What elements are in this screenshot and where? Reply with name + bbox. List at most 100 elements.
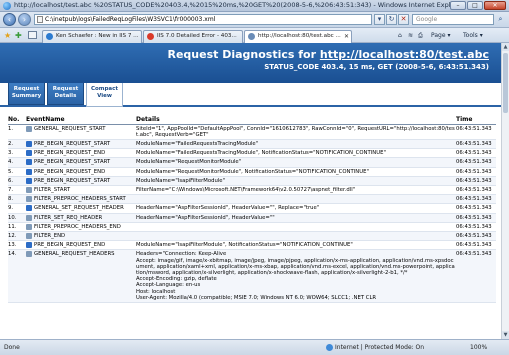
event-time: 06:43:51.343	[456, 139, 496, 150]
search-icon[interactable]: ⌕	[495, 14, 506, 25]
table-row: 1. GENERAL_REQUEST_START SiteId="1", AppPo…	[8, 124, 496, 140]
tab-request-summary[interactable]: Request Summary	[8, 83, 45, 105]
event-name-cell: PRE_BEGIN_REQUEST_START	[26, 176, 136, 186]
event-details: ModuleName="FailedRequestsTracingModule"	[136, 139, 456, 150]
event-name: FILTER_SET_REQ_HEADER	[34, 214, 103, 221]
general-event-icon	[26, 125, 32, 132]
back-button[interactable]: ‹	[3, 13, 16, 26]
event-name-cell: PRE_BEGIN_REQUEST_START	[26, 139, 136, 150]
scroll-thumb[interactable]	[503, 53, 508, 113]
table-header-row: No. EventName Details Time	[8, 115, 496, 125]
event-name: PRE_BEGIN_REQUEST_END	[34, 242, 106, 249]
event-number: 9.	[8, 203, 26, 214]
event-details: ModuleName="IsapiFilterModule"	[136, 176, 456, 186]
info-event-icon	[26, 168, 32, 175]
table-row: 9. GENERAL_SET_REQUEST_HEADER HeaderName="…	[8, 203, 496, 214]
page-menu[interactable]: Page ▾	[431, 31, 450, 41]
tools-menu-label: Tools	[463, 32, 478, 39]
close-button[interactable]: ✕	[484, 1, 506, 10]
event-time: 06:43:51.343	[456, 231, 496, 242]
event-name-cell: FILTER_PREPROC_HEADERS_START	[26, 194, 136, 205]
event-time: 06:43:51.343	[456, 148, 496, 159]
report-title: Request Diagnostics for http://localhost…	[167, 48, 489, 61]
zoom-level[interactable]: 100%	[470, 344, 487, 351]
print-icon[interactable]: ⎙	[418, 31, 423, 41]
scroll-down-icon[interactable]: ▼	[502, 331, 509, 339]
event-time: 06:43:51.343	[456, 203, 496, 214]
table-row: 8. FILTER_PREPROC_HEADERS_START 06:43:51.3…	[8, 194, 496, 205]
refresh-icon[interactable]: ↻	[386, 14, 397, 25]
event-time: 06:43:51.343	[456, 167, 496, 177]
address-input[interactable]: C:\inetpub\logs\FailedReqLogFiles\W3SVC1…	[34, 14, 372, 25]
column-header-no: No.	[8, 115, 26, 125]
maximize-button[interactable]: □	[467, 1, 483, 10]
event-number: 5.	[8, 167, 26, 177]
tab-ken-schaefer[interactable]: Ken Schaefer : New in IIS 7 ...	[42, 30, 142, 43]
window-controls: – □ ✕	[450, 1, 506, 11]
request-url-link[interactable]: http://localhost:80/test.abc	[320, 48, 489, 61]
info-event-icon	[26, 242, 32, 249]
forward-button[interactable]: ›	[18, 13, 31, 26]
event-name: PRE_BEGIN_REQUEST_START	[34, 159, 111, 166]
report-header: Request Diagnostics for http://localhost…	[0, 43, 501, 83]
info-event-icon	[26, 140, 32, 147]
event-name: FILTER_PREPROC_HEADERS_END	[34, 223, 121, 230]
event-number: 3.	[8, 148, 26, 159]
event-number: 11.	[8, 222, 26, 232]
internet-explorer-icon	[3, 2, 11, 10]
event-number: 14.	[8, 249, 26, 303]
event-details: ModuleName="RequestMonitorModule"	[136, 157, 456, 168]
event-name: GENERAL_REQUEST_HEADERS	[34, 251, 115, 258]
event-number: 12.	[8, 231, 26, 242]
event-name-cell: GENERAL_REQUEST_HEADERS	[26, 249, 136, 303]
view-tabs: Request Summary Request Details Compact …	[8, 83, 123, 107]
event-details: FilterName="C:\Windows\Microsoft.NET\Fra…	[136, 185, 456, 196]
tab-request-details[interactable]: Request Details	[47, 83, 84, 105]
event-time: 06:43:51.343	[456, 194, 496, 205]
event-name: PRE_BEGIN_REQUEST_END	[34, 150, 106, 157]
event-details	[136, 231, 456, 242]
table-row: 5. PRE_BEGIN_REQUEST_END ModuleName="Reque…	[8, 167, 496, 177]
address-dropdown-icon[interactable]: ▾	[374, 14, 385, 25]
events-table-body: 1. GENERAL_REQUEST_START SiteId="1", AppPo…	[8, 124, 496, 303]
table-row: 13. PRE_BEGIN_REQUEST_END ModuleName="Isap…	[8, 240, 496, 251]
feeds-icon[interactable]: ≋	[408, 31, 413, 41]
info-event-icon	[26, 150, 32, 157]
event-time: 06:43:51.343	[456, 185, 496, 196]
general-event-icon	[26, 251, 32, 258]
table-row: 14. GENERAL_REQUEST_HEADERS Headers="Conne…	[8, 249, 496, 303]
table-row: 6. PRE_BEGIN_REQUEST_START ModuleName="Isa…	[8, 176, 496, 186]
security-zone[interactable]: Internet | Protected Mode: On	[326, 344, 424, 351]
minimize-button[interactable]: –	[450, 1, 466, 10]
window-title: http://localhost/test.abc %20STATUS_CODE…	[14, 1, 454, 9]
event-number: 4.	[8, 157, 26, 168]
tab-page-icon	[248, 33, 255, 40]
tools-menu[interactable]: Tools ▾	[463, 31, 483, 41]
event-name-cell: FILTER_SET_REQ_HEADER	[26, 213, 136, 223]
event-name: GENERAL_SET_REQUEST_HEADER	[34, 205, 124, 212]
tab-label: http://localhost:80/test.abc ...	[258, 33, 341, 39]
event-name-cell: GENERAL_SET_REQUEST_HEADER	[26, 203, 136, 214]
tab-close-icon[interactable]: ✕	[344, 31, 349, 42]
event-details: ModuleName="IsapiFilterModule", Notifica…	[136, 240, 456, 251]
column-header-details: Details	[136, 115, 456, 125]
tab-request-diagnostics[interactable]: http://localhost:80/test.abc ... ✕	[244, 30, 352, 44]
home-icon[interactable]: ⌂	[398, 31, 402, 41]
event-name-cell: PRE_BEGIN_REQUEST_START	[26, 157, 136, 168]
tab-iis-error[interactable]: IIS 7.0 Detailed Error - 403...	[143, 30, 243, 43]
search-input[interactable]: Google	[412, 14, 494, 25]
stop-icon[interactable]: ✕	[398, 14, 409, 25]
quick-tabs-icon[interactable]	[28, 31, 37, 39]
general-event-icon	[26, 196, 32, 203]
event-time: 06:43:51.343	[456, 176, 496, 186]
event-name-cell: PRE_BEGIN_REQUEST_END	[26, 167, 136, 177]
tab-compact-view[interactable]: Compact View	[86, 83, 123, 107]
event-number: 7.	[8, 185, 26, 196]
vertical-scrollbar[interactable]: ▲ ▼	[501, 43, 509, 339]
general-event-icon	[26, 186, 32, 193]
zone-label: Internet | Protected Mode: On	[335, 344, 425, 351]
scroll-up-icon[interactable]: ▲	[502, 43, 509, 51]
favorites-star-icon[interactable]: ★	[4, 31, 11, 40]
add-favorites-icon[interactable]: ✚	[15, 31, 22, 40]
event-number: 13.	[8, 240, 26, 251]
